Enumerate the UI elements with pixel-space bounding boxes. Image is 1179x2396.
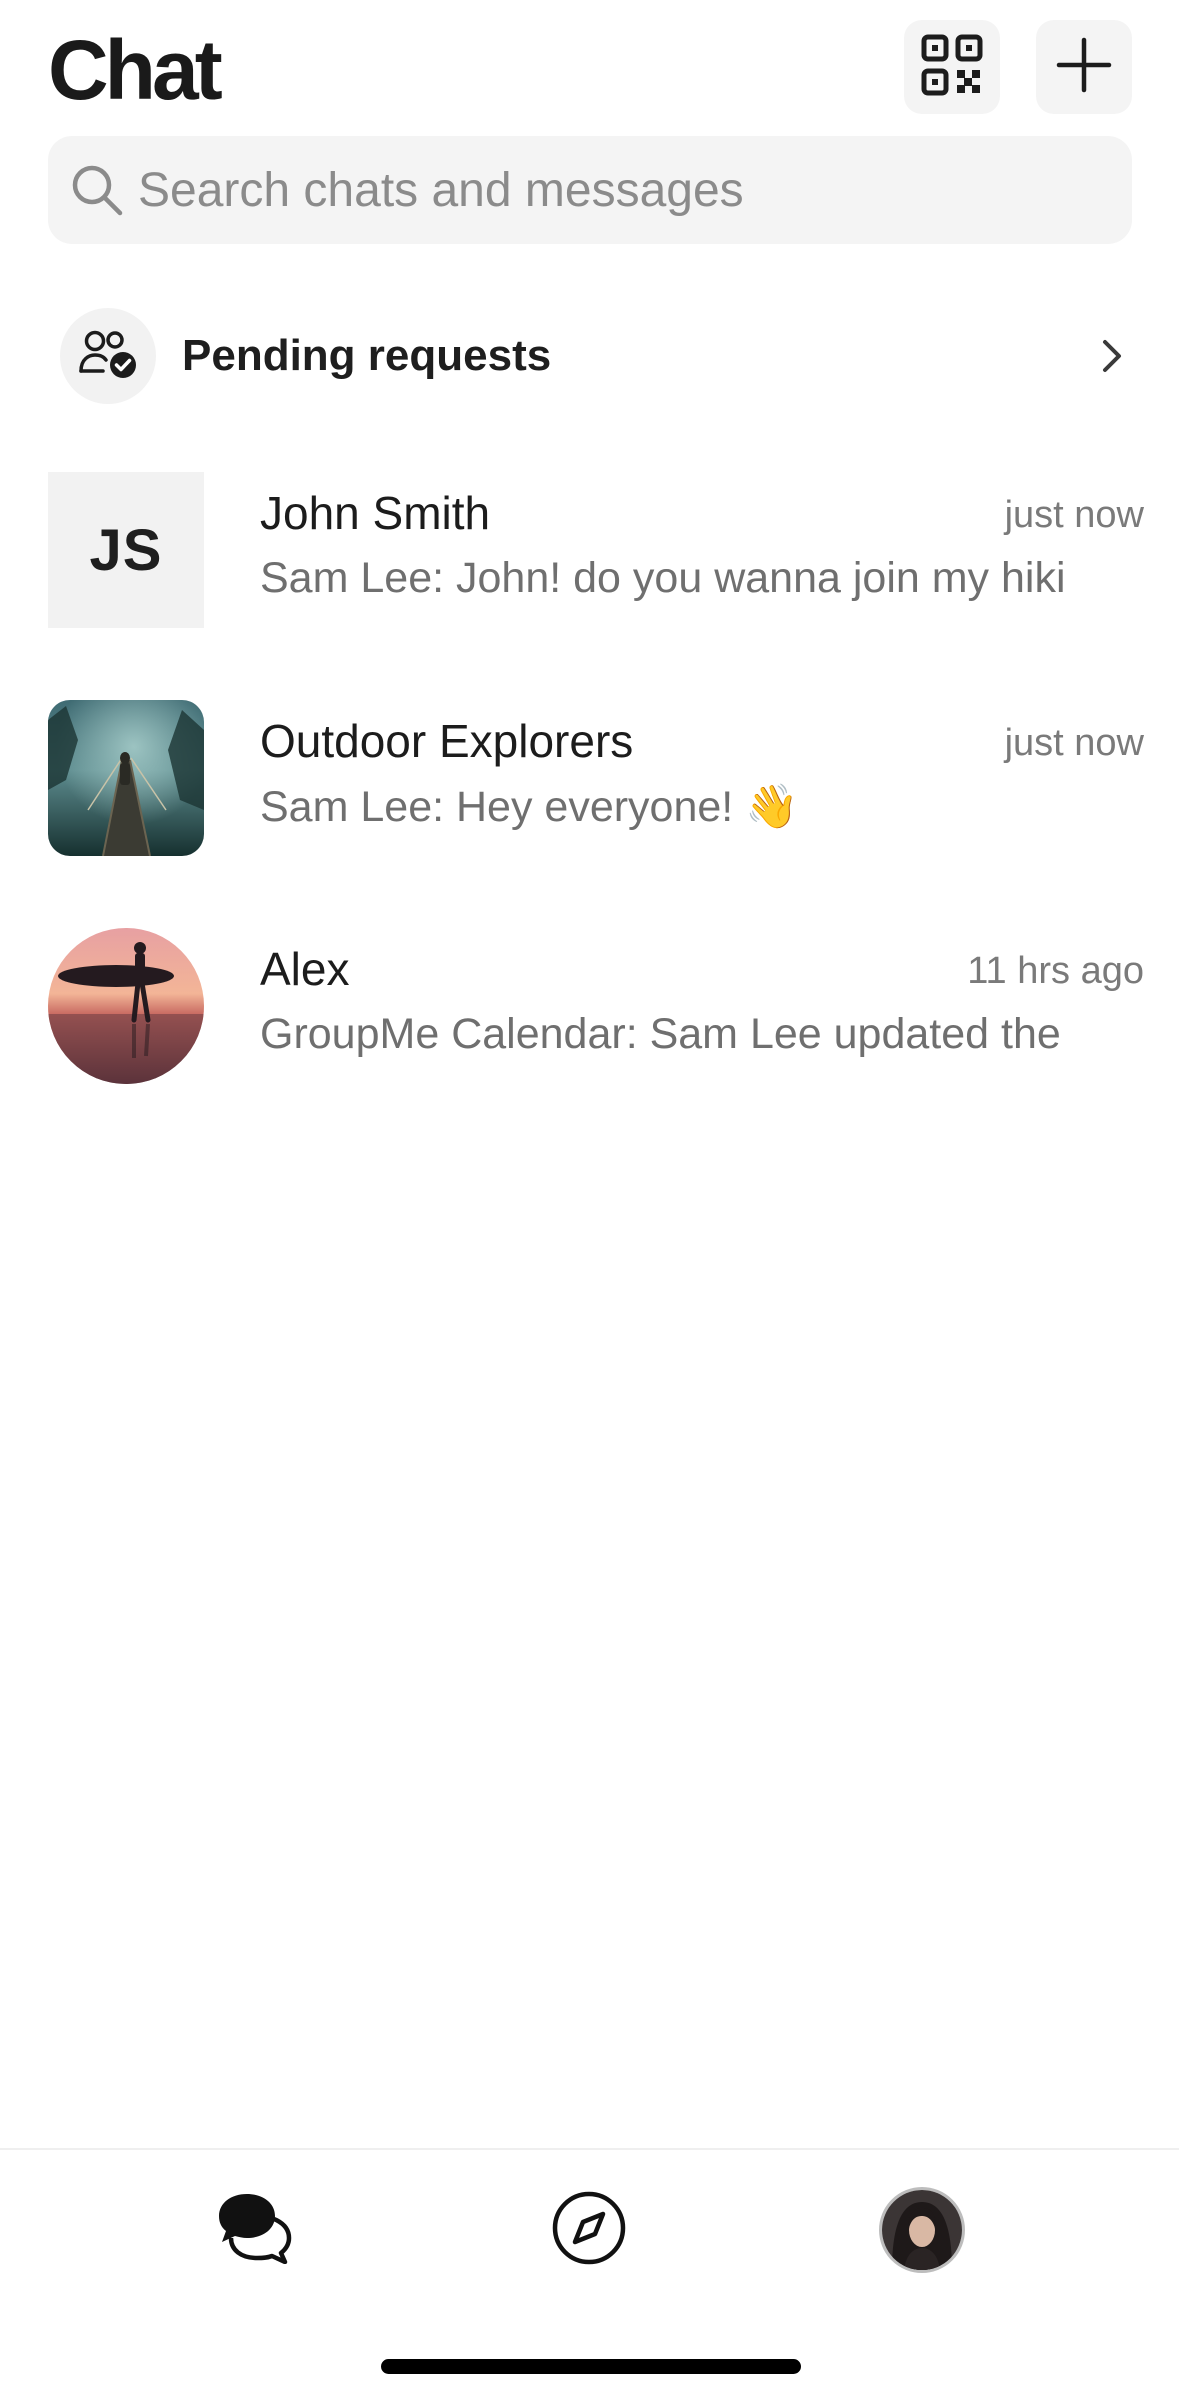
chat-timestamp: 11 hrs ago bbox=[967, 950, 1144, 992]
chat-preview: Sam Lee: Hey everyone! 👋 bbox=[260, 783, 799, 831]
avatar bbox=[48, 928, 204, 1084]
chat-row-outdoor-explorers[interactable]: Outdoor Explorers just now Sam Lee: Hey … bbox=[48, 700, 1144, 856]
chat-name: Alex bbox=[260, 943, 350, 995]
chat-name: John Smith bbox=[260, 487, 491, 539]
page-title: Chat bbox=[48, 23, 223, 117]
qr-code-button[interactable] bbox=[904, 20, 1000, 114]
nav-discover-tab[interactable] bbox=[541, 2182, 637, 2278]
pending-requests-row[interactable]: Pending requests bbox=[48, 300, 1132, 412]
search-icon bbox=[70, 163, 124, 217]
chat-timestamp: just now bbox=[1004, 494, 1144, 536]
search-bar[interactable] bbox=[48, 136, 1132, 244]
search-input[interactable] bbox=[138, 136, 1098, 244]
chat-bubbles-icon bbox=[217, 2192, 295, 2269]
pending-requests-icon-container bbox=[60, 308, 156, 404]
chevron-right-icon bbox=[1096, 336, 1126, 376]
chat-preview: Sam Lee: John! do you wanna join my hiki bbox=[260, 554, 1066, 602]
avatar: JS bbox=[48, 472, 204, 628]
pending-requests-label: Pending requests bbox=[182, 331, 552, 380]
nav-profile-tab[interactable] bbox=[874, 2182, 970, 2278]
chat-row-alex[interactable]: Alex 11 hrs ago GroupMe Calendar: Sam Le… bbox=[48, 928, 1144, 1084]
plus-icon bbox=[1056, 37, 1112, 98]
new-chat-button[interactable] bbox=[1036, 20, 1132, 114]
group-avatar bbox=[48, 700, 204, 856]
chat-screen: Chat Search chats and messages Pending r… bbox=[0, 0, 1179, 2396]
nav-chat-tab[interactable] bbox=[208, 2182, 304, 2278]
compass-icon bbox=[551, 2190, 627, 2271]
chat-timestamp: just now bbox=[1004, 722, 1144, 764]
chat-preview: GroupMe Calendar: Sam Lee updated the bbox=[260, 1010, 1061, 1058]
chat-name: Outdoor Explorers bbox=[260, 715, 634, 767]
home-indicator bbox=[381, 2359, 801, 2374]
chat-row-john-smith[interactable]: JS John Smith just now Sam Lee: John! do… bbox=[48, 472, 1144, 628]
qr-code-icon bbox=[921, 34, 983, 101]
profile-avatar bbox=[879, 2187, 965, 2273]
user-check-icon bbox=[79, 329, 137, 384]
